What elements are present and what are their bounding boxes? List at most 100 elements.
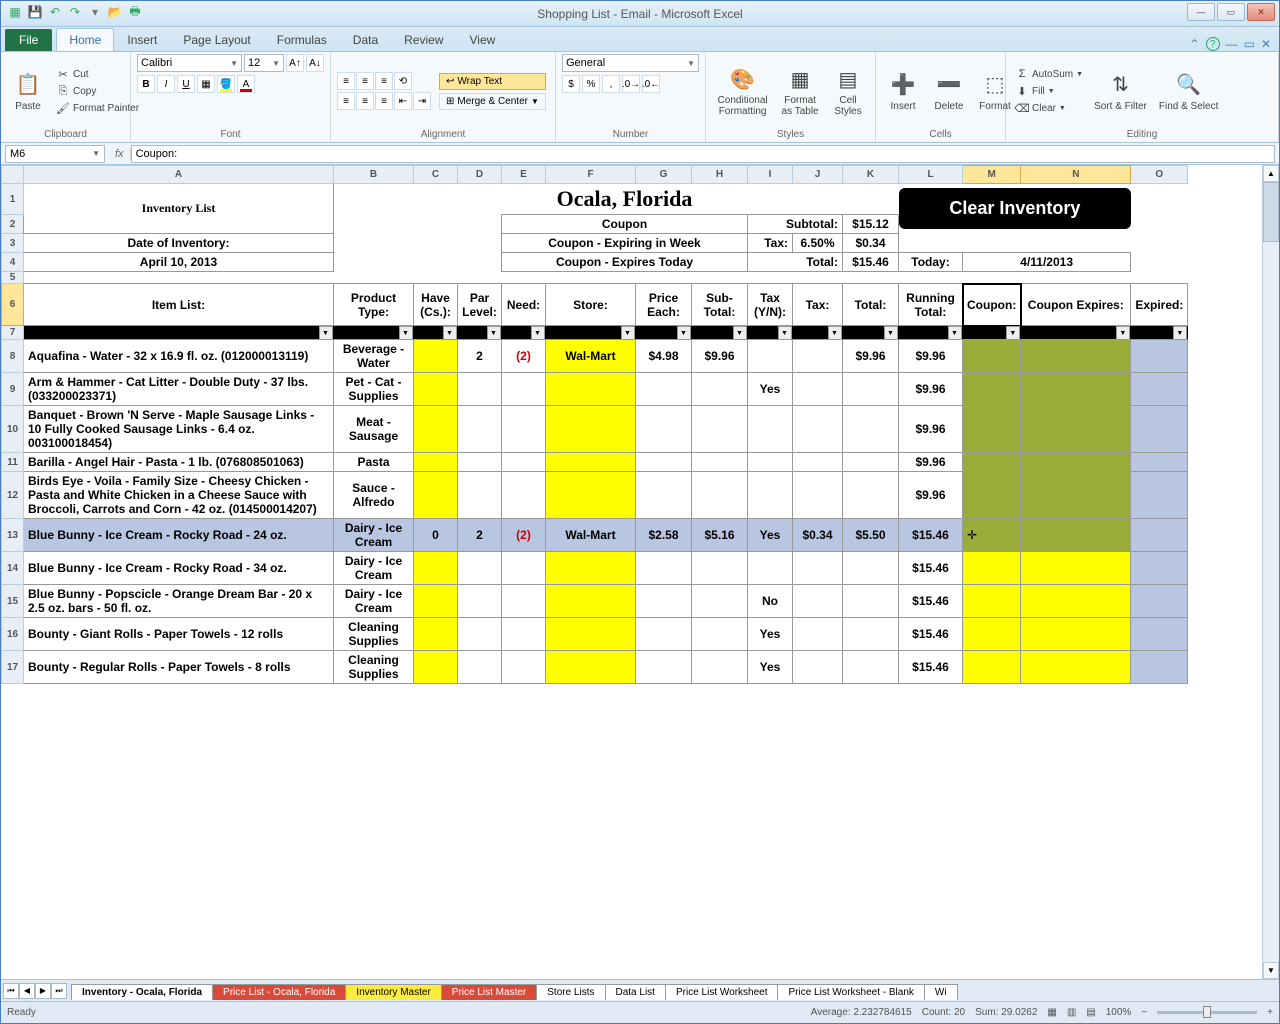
cell-need[interactable] xyxy=(502,585,546,618)
cell-total[interactable] xyxy=(843,453,899,472)
close-button[interactable]: ✕ xyxy=(1247,3,1275,21)
cell-taxyn[interactable] xyxy=(748,406,793,453)
col-header[interactable]: K xyxy=(843,166,899,184)
cell-coupon[interactable] xyxy=(963,453,1021,472)
cell-coupon[interactable] xyxy=(963,618,1021,651)
tab-data[interactable]: Data xyxy=(340,28,391,51)
sheet-tab[interactable]: Price List Worksheet xyxy=(665,984,779,1000)
cell-need[interactable] xyxy=(502,618,546,651)
cell-store[interactable] xyxy=(546,406,636,453)
cell-total[interactable] xyxy=(843,373,899,406)
number-format-combo[interactable]: General▼ xyxy=(562,54,699,72)
italic-button[interactable]: I xyxy=(157,75,175,93)
workbook-close-icon[interactable]: ✕ xyxy=(1261,37,1271,51)
cell-price[interactable] xyxy=(636,472,692,519)
cell-have[interactable] xyxy=(414,585,458,618)
tab-review[interactable]: Review xyxy=(391,28,456,51)
clear-button[interactable]: ⌫Clear▼ xyxy=(1012,100,1086,116)
cell-expired[interactable] xyxy=(1131,651,1188,684)
cell-store[interactable] xyxy=(546,618,636,651)
cell-tax[interactable] xyxy=(793,472,843,519)
maximize-button[interactable]: ▭ xyxy=(1217,3,1245,21)
cell-cexp[interactable] xyxy=(1021,519,1131,552)
cell-taxyn[interactable] xyxy=(748,552,793,585)
cell-par[interactable] xyxy=(458,552,502,585)
cell-price[interactable]: $4.98 xyxy=(636,340,692,373)
cell-ptype[interactable]: Beverage - Water xyxy=(334,340,414,373)
sheet-tab[interactable]: Price List Worksheet - Blank xyxy=(777,984,924,1000)
zoom-in-button[interactable]: + xyxy=(1267,1007,1273,1018)
find-select-button[interactable]: 🔍Find & Select xyxy=(1155,69,1222,114)
cell-expired[interactable]: 0 xyxy=(1131,519,1188,552)
view-layout-icon[interactable]: ▥ xyxy=(1067,1007,1076,1018)
row-header[interactable]: 7 xyxy=(2,326,24,340)
insert-cells-button[interactable]: ➕Insert xyxy=(882,69,924,114)
cell-item[interactable]: Aquafina - Water - 32 x 16.9 fl. oz. (01… xyxy=(24,340,334,373)
cell-item[interactable]: Blue Bunny - Ice Cream - Rocky Road - 24… xyxy=(24,519,334,552)
align-right-button[interactable]: ≡ xyxy=(375,92,393,110)
filter-button[interactable]: ▼ xyxy=(948,326,962,340)
underline-button[interactable]: U xyxy=(177,75,195,93)
cell-expired[interactable] xyxy=(1131,618,1188,651)
scroll-up-button[interactable]: ▲ xyxy=(1263,165,1279,182)
cell-coupon[interactable] xyxy=(963,340,1021,373)
cell-coupon[interactable]: ✛ xyxy=(963,519,1021,552)
save-icon[interactable]: 💾 xyxy=(27,4,43,20)
cell-ptype[interactable]: Meat - Sausage xyxy=(334,406,414,453)
cell-cexp[interactable] xyxy=(1021,373,1131,406)
cell-item[interactable]: Blue Bunny - Popscicle - Orange Dream Ba… xyxy=(24,585,334,618)
cell-expired[interactable] xyxy=(1131,585,1188,618)
cell-cexp[interactable] xyxy=(1021,552,1131,585)
cell-par[interactable] xyxy=(458,585,502,618)
cell-expired[interactable]: 0 xyxy=(1131,406,1188,453)
sheet-tab[interactable]: Data List xyxy=(605,984,666,1000)
cell-ptype[interactable]: Sauce - Alfredo xyxy=(334,472,414,519)
cell-sub[interactable] xyxy=(692,453,748,472)
tab-insert[interactable]: Insert xyxy=(114,28,170,51)
cell-coupon[interactable] xyxy=(963,651,1021,684)
cell-ptype[interactable]: Cleaning Supplies xyxy=(334,618,414,651)
cell-cexp[interactable] xyxy=(1021,340,1131,373)
format-as-table-button[interactable]: ▦Format as Table xyxy=(777,63,823,119)
autosum-button[interactable]: ΣAutoSum▼ xyxy=(1012,66,1086,82)
cell-price[interactable] xyxy=(636,552,692,585)
minimize-ribbon-icon[interactable]: ⌃ xyxy=(1190,37,1200,51)
sheet-tab[interactable]: Price List - Ocala, Florida xyxy=(212,984,346,1000)
row-header[interactable]: 14 xyxy=(2,552,24,585)
cell-sub[interactable] xyxy=(692,406,748,453)
cell-cexp[interactable] xyxy=(1021,472,1131,519)
filter-button[interactable]: ▼ xyxy=(319,326,333,340)
cell-sub[interactable] xyxy=(692,373,748,406)
cell-cexp[interactable] xyxy=(1021,453,1131,472)
cell-store[interactable] xyxy=(546,373,636,406)
cell-need[interactable] xyxy=(502,373,546,406)
cell-tax[interactable] xyxy=(793,340,843,373)
help-icon[interactable]: ? xyxy=(1206,37,1220,51)
cell-taxyn[interactable] xyxy=(748,472,793,519)
cell-cexp[interactable] xyxy=(1021,651,1131,684)
fill-color-button[interactable]: 🪣 xyxy=(217,75,235,93)
qat-icon[interactable]: ▾ xyxy=(87,4,103,20)
workbook-min-icon[interactable]: — xyxy=(1226,37,1238,51)
cell-tax[interactable] xyxy=(793,552,843,585)
sort-filter-button[interactable]: ⇅Sort & Filter xyxy=(1090,69,1151,114)
cell-total[interactable] xyxy=(843,585,899,618)
font-name-combo[interactable]: Calibri▼ xyxy=(137,54,242,72)
tab-formulas[interactable]: Formulas xyxy=(264,28,340,51)
decrease-decimal-button[interactable]: .0← xyxy=(642,75,660,93)
align-bottom-button[interactable]: ≡ xyxy=(375,72,393,90)
row-header[interactable]: 10 xyxy=(2,406,24,453)
currency-button[interactable]: $ xyxy=(562,75,580,93)
filter-button[interactable]: ▼ xyxy=(677,326,691,340)
col-header[interactable]: M xyxy=(963,166,1021,184)
spreadsheet-grid[interactable]: A B C D E F G H I J K L M N O 1 Inventor… xyxy=(1,165,1279,979)
cell-item[interactable]: Arm & Hammer - Cat Litter - Double Duty … xyxy=(24,373,334,406)
cell-expired[interactable]: 0 xyxy=(1131,472,1188,519)
col-header[interactable]: L xyxy=(899,166,963,184)
cell-coupon[interactable] xyxy=(963,472,1021,519)
align-middle-button[interactable]: ≡ xyxy=(356,72,374,90)
cell-price[interactable] xyxy=(636,651,692,684)
cell-expired[interactable]: 0 xyxy=(1131,373,1188,406)
cell-have[interactable] xyxy=(414,406,458,453)
cell-item[interactable]: Barilla - Angel Hair - Pasta - 1 lb. (07… xyxy=(24,453,334,472)
